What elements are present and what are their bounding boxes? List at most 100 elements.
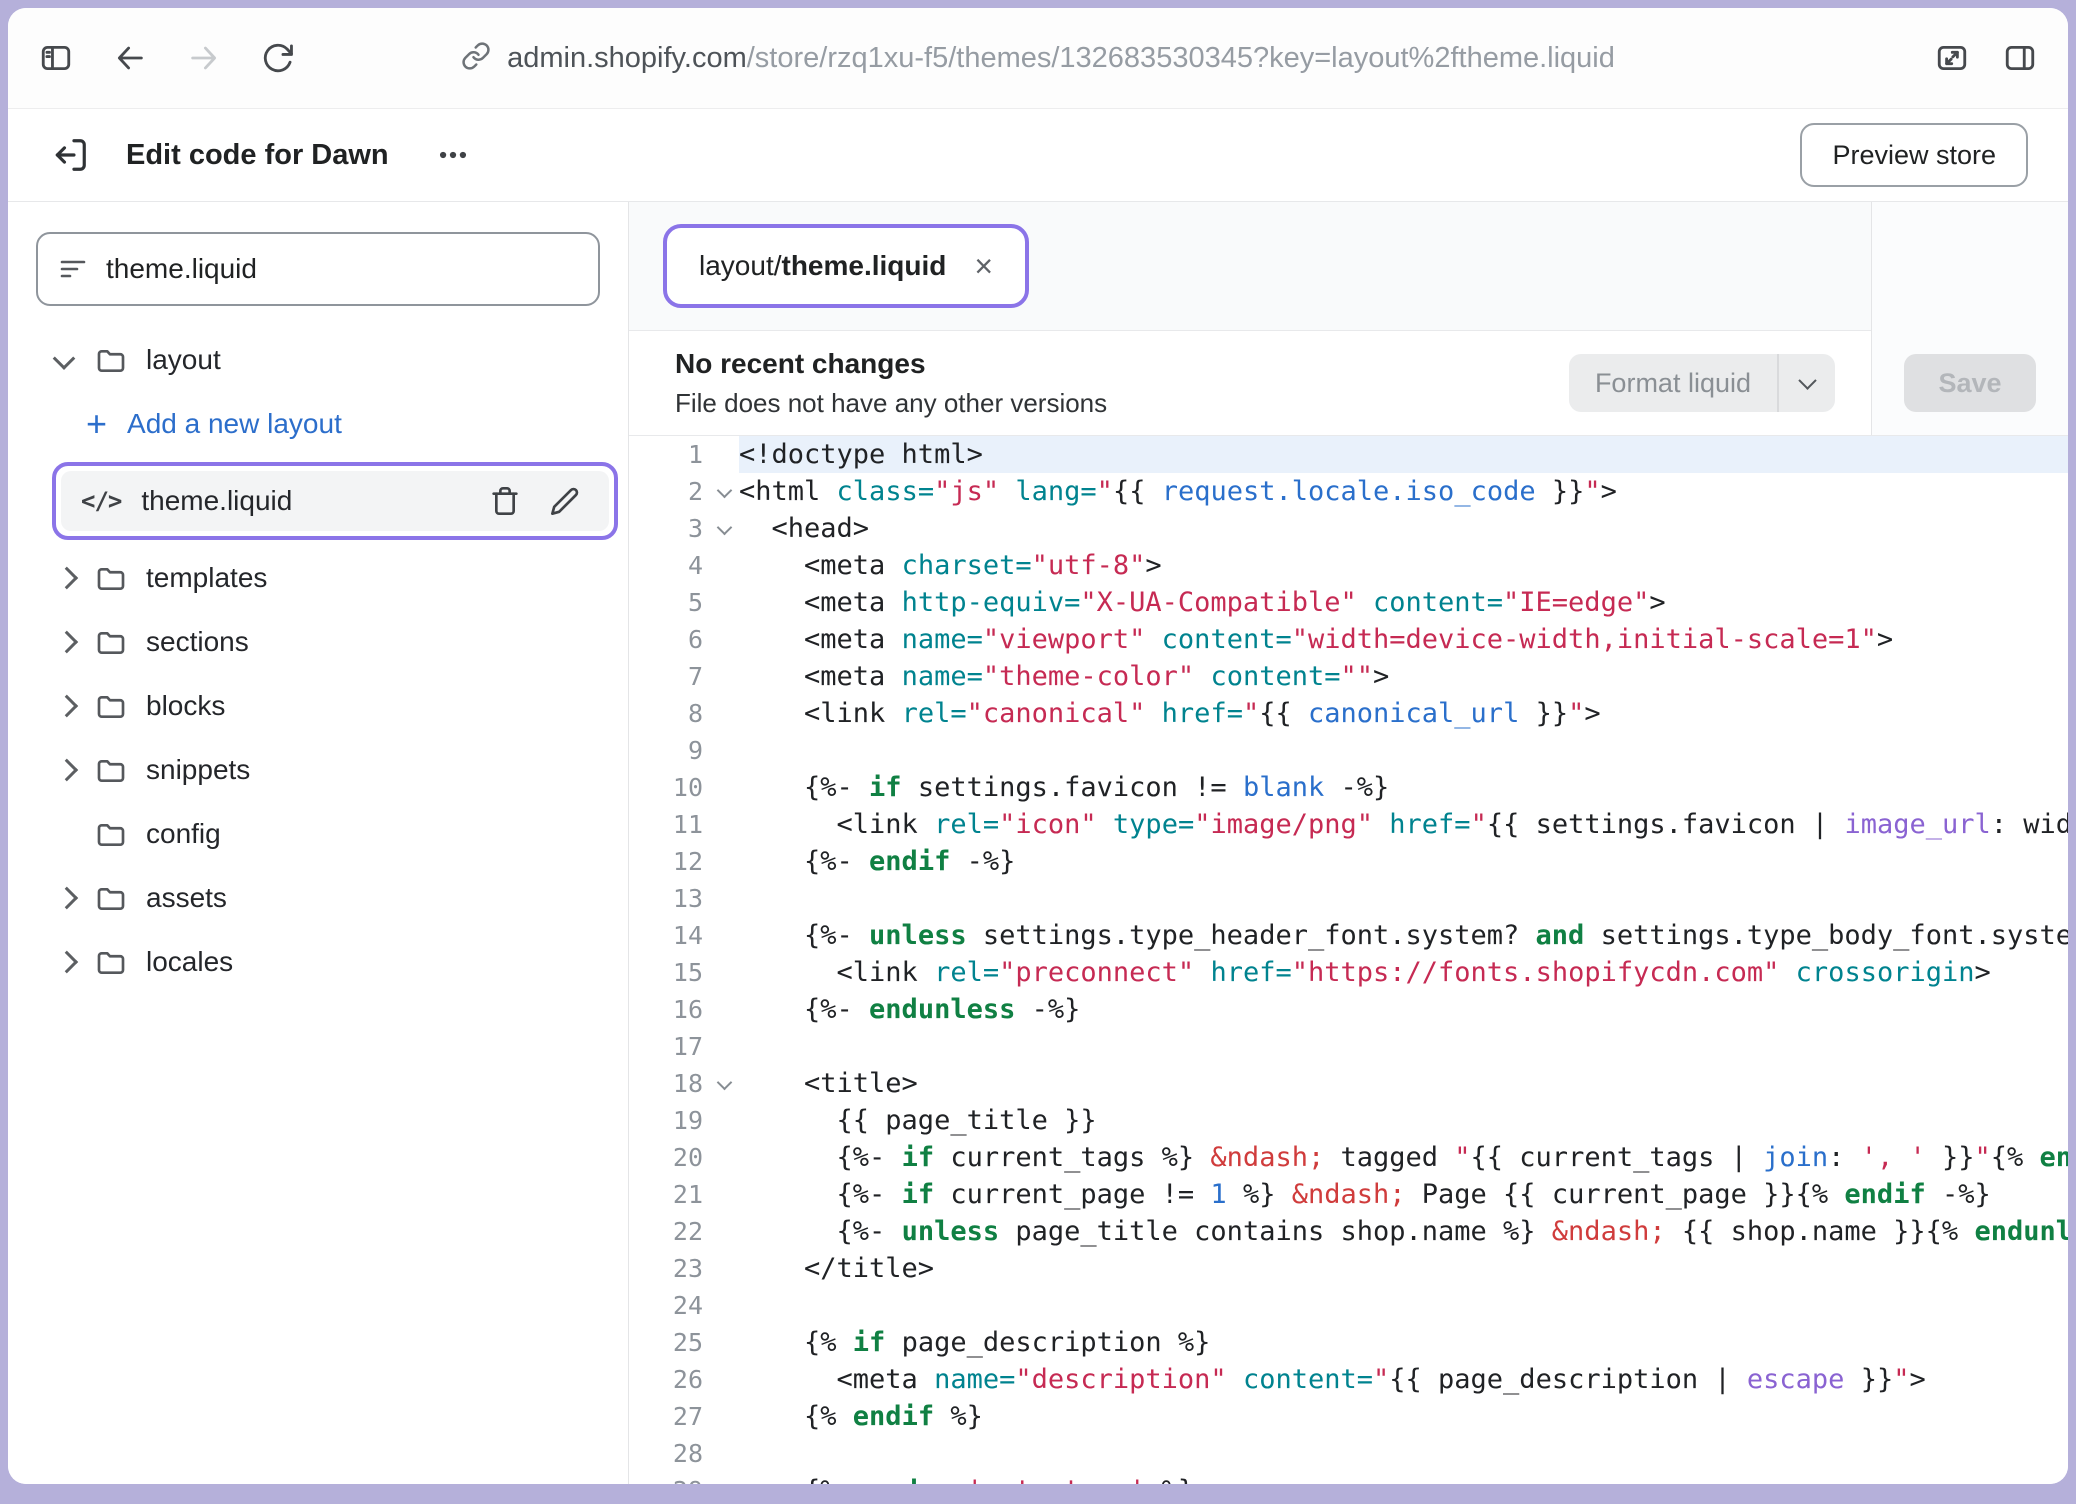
- code-line[interactable]: 20 {%- if current_tags %} &ndash; tagged…: [629, 1139, 2068, 1176]
- code-line[interactable]: 10 {%- if settings.favicon != blank -%}: [629, 769, 2068, 806]
- code-text[interactable]: <link rel="canonical" href="{{ canonical…: [739, 695, 2068, 732]
- code-text[interactable]: [739, 1028, 2068, 1065]
- code-line[interactable]: 22 {%- unless page_title contains shop.n…: [629, 1213, 2068, 1250]
- browser-extension-icon[interactable]: [1934, 40, 1970, 76]
- code-line[interactable]: 5 <meta http-equiv="X-UA-Compatible" con…: [629, 584, 2068, 621]
- code-text[interactable]: [739, 1287, 2068, 1324]
- code-line[interactable]: 2<html class="js" lang="{{ request.local…: [629, 473, 2068, 510]
- code-line[interactable]: 16 {%- endunless -%}: [629, 991, 2068, 1028]
- chevron-right-icon[interactable]: [56, 954, 94, 970]
- code-text[interactable]: <meta charset="utf-8">: [739, 547, 2068, 584]
- tab-label: layout/theme.liquid: [699, 250, 946, 282]
- code-line[interactable]: 23 </title>: [629, 1250, 2068, 1287]
- code-text[interactable]: <meta http-equiv="X-UA-Compatible" conte…: [739, 584, 2068, 621]
- sidebar-item-templates[interactable]: templates: [8, 546, 628, 610]
- code-line[interactable]: 26 <meta name="description" content="{{ …: [629, 1361, 2068, 1398]
- code-text[interactable]: <!doctype html>: [739, 436, 2068, 473]
- chevron-down-icon[interactable]: [56, 352, 94, 368]
- code-text[interactable]: {%- if settings.favicon != blank -%}: [739, 769, 2068, 806]
- code-text[interactable]: {%- if current_tags %} &ndash; tagged "{…: [739, 1139, 2068, 1176]
- code-text[interactable]: {{ page_title }}: [739, 1102, 2068, 1139]
- code-line[interactable]: 13: [629, 880, 2068, 917]
- code-text[interactable]: {% render 'meta-tags' %}: [739, 1472, 2068, 1484]
- code-line[interactable]: 9: [629, 732, 2068, 769]
- code-text[interactable]: {%- endunless -%}: [739, 991, 2068, 1028]
- sidebar-item-assets[interactable]: assets: [8, 866, 628, 930]
- code-line[interactable]: 6 <meta name="viewport" content="width=d…: [629, 621, 2068, 658]
- sidebar-item-theme-liquid[interactable]: </> theme.liquid: [61, 471, 609, 531]
- delete-file-button[interactable]: [485, 481, 525, 521]
- code-line[interactable]: 15 <link rel="preconnect" href="https://…: [629, 954, 2068, 991]
- code-line[interactable]: 29 {% render 'meta-tags' %}: [629, 1472, 2068, 1484]
- forward-icon[interactable]: [186, 40, 222, 76]
- code-line[interactable]: 3 <head>: [629, 510, 2068, 547]
- exit-editor-icon[interactable]: [48, 133, 92, 177]
- code-line[interactable]: 12 {%- endif -%}: [629, 843, 2068, 880]
- save-button[interactable]: Save: [1904, 354, 2035, 412]
- sidebar-item-layout[interactable]: layout: [8, 328, 628, 392]
- code-line[interactable]: 19 {{ page_title }}: [629, 1102, 2068, 1139]
- code-text[interactable]: <head>: [739, 510, 2068, 547]
- code-text[interactable]: </title>: [739, 1250, 2068, 1287]
- tab-theme-liquid[interactable]: layout/theme.liquid ×: [673, 234, 1019, 298]
- code-line[interactable]: 14 {%- unless settings.type_header_font.…: [629, 917, 2068, 954]
- close-icon[interactable]: ×: [974, 250, 993, 282]
- chevron-right-icon[interactable]: [56, 698, 94, 714]
- chevron-right-icon[interactable]: [56, 762, 94, 778]
- page-title: Edit code for Dawn: [126, 139, 389, 172]
- code-text[interactable]: [739, 1435, 2068, 1472]
- code-text[interactable]: <html class="js" lang="{{ request.locale…: [739, 473, 2068, 510]
- code-text[interactable]: {%- endif -%}: [739, 843, 2068, 880]
- code-text[interactable]: <title>: [739, 1065, 2068, 1102]
- fold-chevron-icon[interactable]: [717, 1075, 733, 1091]
- preview-store-button[interactable]: Preview store: [1800, 123, 2028, 187]
- chevron-down-icon[interactable]: [1777, 354, 1835, 412]
- sidebar-toggle-icon[interactable]: [38, 40, 74, 76]
- code-line[interactable]: 18 <title>: [629, 1065, 2068, 1102]
- format-liquid-button[interactable]: Format liquid: [1569, 354, 1835, 412]
- back-icon[interactable]: [112, 40, 148, 76]
- add-new-layout-button[interactable]: + Add a new layout: [8, 392, 628, 456]
- rename-file-button[interactable]: [545, 481, 585, 521]
- split-view-icon[interactable]: [2002, 40, 2038, 76]
- code-text[interactable]: <meta name="viewport" content="width=dev…: [739, 621, 2068, 658]
- search-input[interactable]: [106, 253, 578, 285]
- code-line[interactable]: 8 <link rel="canonical" href="{{ canonic…: [629, 695, 2068, 732]
- code-text[interactable]: <meta name="description" content="{{ pag…: [739, 1361, 2068, 1398]
- fold-chevron-icon[interactable]: [717, 483, 733, 499]
- code-line[interactable]: 28: [629, 1435, 2068, 1472]
- code-line[interactable]: 21 {%- if current_page != 1 %} &ndash; P…: [629, 1176, 2068, 1213]
- code-text[interactable]: <meta name="theme-color" content="">: [739, 658, 2068, 695]
- sidebar-item-config[interactable]: config: [8, 802, 628, 866]
- code-line[interactable]: 11 <link rel="icon" type="image/png" hre…: [629, 806, 2068, 843]
- code-line[interactable]: 25 {% if page_description %}: [629, 1324, 2068, 1361]
- code-line[interactable]: 24: [629, 1287, 2068, 1324]
- more-options-icon[interactable]: [431, 133, 475, 177]
- file-search-box[interactable]: [36, 232, 600, 306]
- code-line[interactable]: 7 <meta name="theme-color" content="">: [629, 658, 2068, 695]
- code-text[interactable]: <link rel="preconnect" href="https://fon…: [739, 954, 2068, 991]
- code-line[interactable]: 27 {% endif %}: [629, 1398, 2068, 1435]
- code-text[interactable]: [739, 880, 2068, 917]
- address-bar[interactable]: admin.shopify.com/store/rzq1xu-f5/themes…: [461, 41, 1615, 76]
- code-text[interactable]: {% if page_description %}: [739, 1324, 2068, 1361]
- reload-icon[interactable]: [260, 40, 296, 76]
- fold-chevron-icon[interactable]: [717, 520, 733, 536]
- sidebar-item-sections[interactable]: sections: [8, 610, 628, 674]
- code-text[interactable]: [739, 732, 2068, 769]
- code-text[interactable]: {%- unless settings.type_header_font.sys…: [739, 917, 2068, 954]
- code-line[interactable]: 4 <meta charset="utf-8">: [629, 547, 2068, 584]
- code-text[interactable]: <link rel="icon" type="image/png" href="…: [739, 806, 2068, 843]
- code-text[interactable]: {%- unless page_title contains shop.name…: [739, 1213, 2068, 1250]
- chevron-right-icon[interactable]: [56, 634, 94, 650]
- sidebar-item-locales[interactable]: locales: [8, 930, 628, 994]
- code-editor[interactable]: 1<!doctype html>2<html class="js" lang="…: [629, 436, 2068, 1484]
- code-line[interactable]: 1<!doctype html>: [629, 436, 2068, 473]
- chevron-right-icon[interactable]: [56, 570, 94, 586]
- chevron-right-icon[interactable]: [56, 890, 94, 906]
- sidebar-item-blocks[interactable]: blocks: [8, 674, 628, 738]
- code-text[interactable]: {% endif %}: [739, 1398, 2068, 1435]
- code-text[interactable]: {%- if current_page != 1 %} &ndash; Page…: [739, 1176, 2068, 1213]
- code-line[interactable]: 17: [629, 1028, 2068, 1065]
- sidebar-item-snippets[interactable]: snippets: [8, 738, 628, 802]
